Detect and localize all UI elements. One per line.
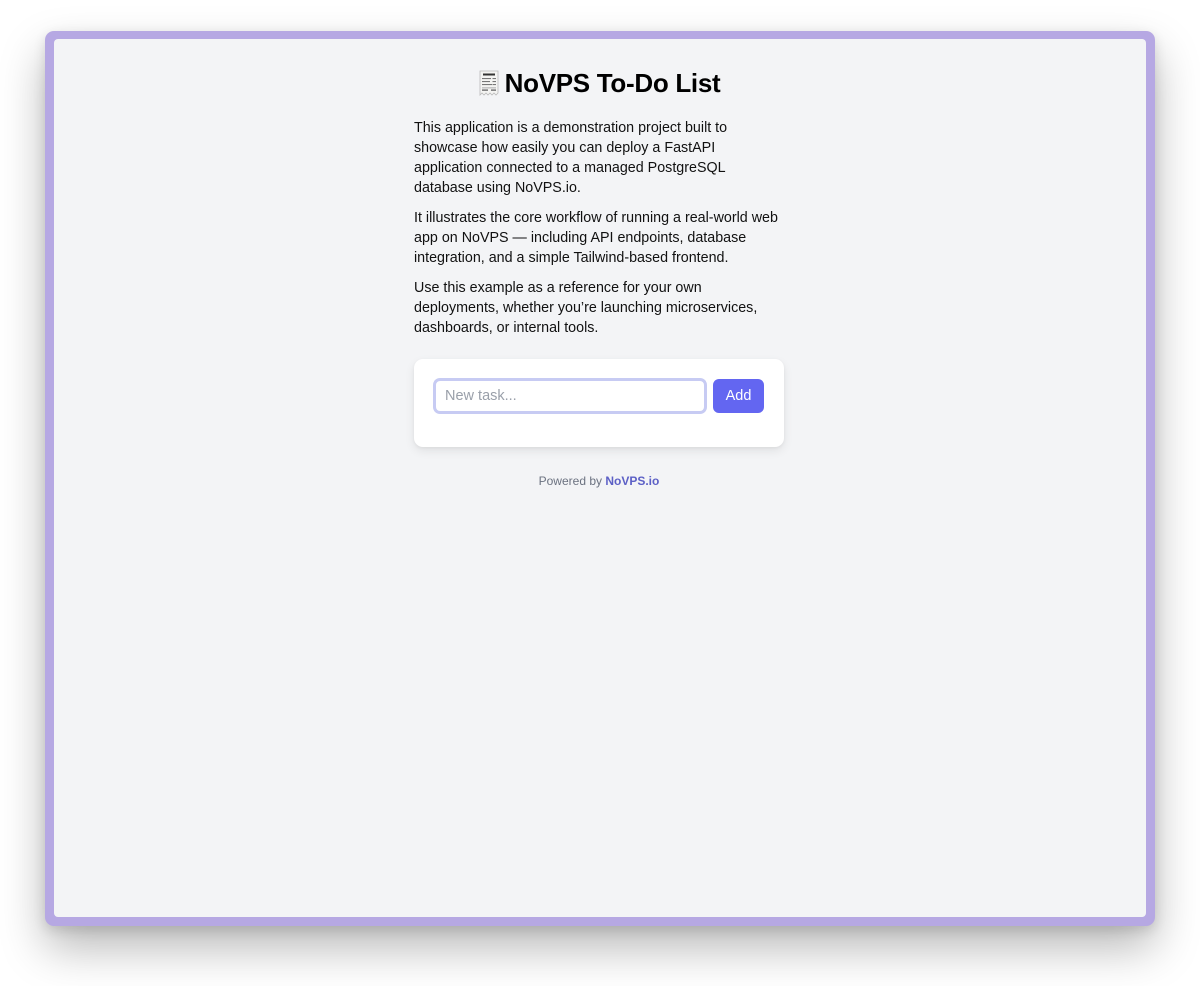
intro-paragraph: This application is a demonstration proj… [414, 120, 728, 196]
novps-link[interactable]: NoVPS.io [605, 474, 659, 488]
intro-paragraph: Use this example as a reference for your… [414, 280, 758, 336]
browser-window-frame: NoVPS To-Do List This application is a d… [45, 31, 1155, 926]
page-viewport: NoVPS To-Do List This application is a d… [54, 39, 1146, 917]
add-task-button[interactable]: Add [713, 379, 764, 413]
task-form-card: Add [414, 359, 784, 447]
footer: Powered by NoVPS.io [414, 474, 784, 488]
receipt-icon [478, 70, 500, 96]
page-title-text: NoVPS To-Do List [504, 67, 721, 98]
intro-text: This application is a demonstration proj… [414, 118, 784, 338]
footer-prefix: Powered by [538, 474, 602, 488]
main-content: NoVPS To-Do List This application is a d… [414, 39, 784, 488]
new-task-input[interactable] [433, 378, 707, 414]
page-title: NoVPS To-Do List [414, 67, 784, 99]
intro-paragraph: It illustrates the core workflow of runn… [414, 210, 778, 266]
